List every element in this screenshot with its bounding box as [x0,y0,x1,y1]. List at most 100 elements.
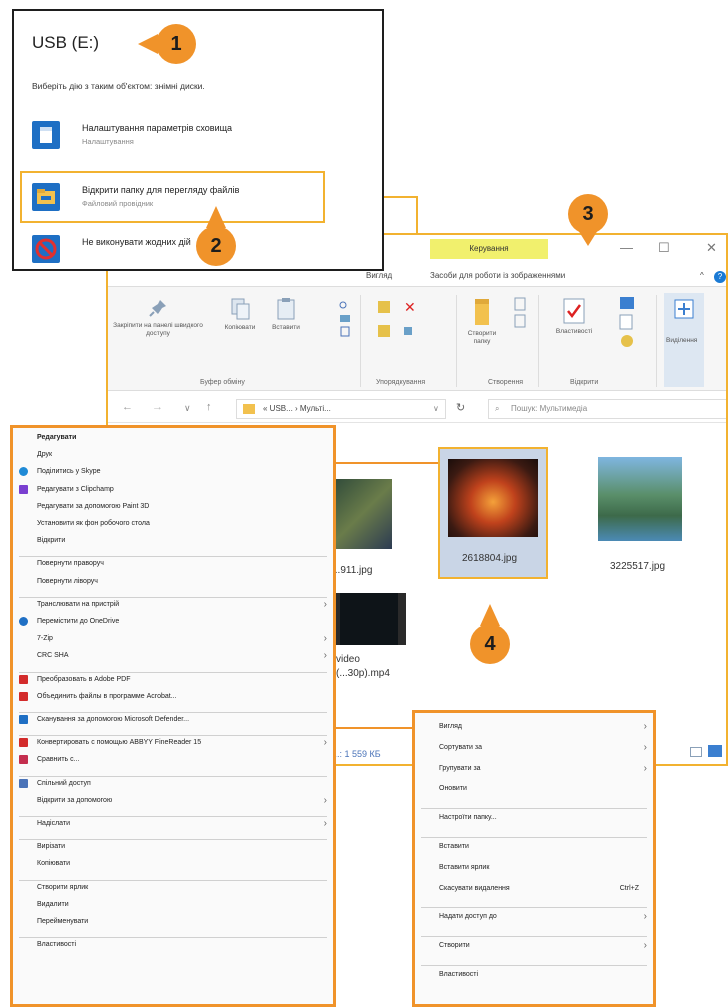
file-name-2: 2618804.jpg [462,553,518,564]
menu-item-label: Поділитись у Skype [37,468,101,476]
menu-item[interactable]: 7-Zip › [13,633,333,652]
onedrive-icon [19,617,28,626]
menu-item[interactable]: CRC SHA › [13,650,333,669]
new-item-icon[interactable] [512,295,532,331]
pin-label: Закріпити на панелі швидкого доступу [113,322,203,337]
menu-item[interactable]: Установити як фон робочого стола [13,520,333,537]
menu-item[interactable]: Надіслати › [13,818,333,837]
address-bar[interactable]: « USB... › Мульті... ∨ [236,399,446,419]
menu-item[interactable]: Властивості [13,941,333,958]
submenu-arrow-icon: › [323,818,327,829]
search-input[interactable]: ⌕ Пошук: Мультимедіа [488,399,726,419]
menu-item[interactable]: Створити ярлик [13,884,333,901]
menu-item-label: Объединить файлы в программе Acrobat... [37,692,177,700]
no-action-icon [32,235,60,263]
up-arrow-icon[interactable]: ↑ [206,401,212,413]
file-name-1: ...911.jpg [332,565,373,576]
minimize-icon[interactable]: — [620,240,633,255]
cut-copy-path-icons[interactable] [338,299,352,339]
tab-manage[interactable]: Керування [430,239,548,259]
new-folder-button[interactable]: Створити папку [460,297,504,346]
ribbon-divider [538,295,539,387]
menu-item[interactable]: Оновити [415,785,653,806]
menu-item[interactable]: Відкрити [13,537,333,554]
large-icons-view-icon[interactable] [708,745,722,757]
menu-item[interactable]: Вставити ярлик [415,864,653,885]
chevron-up-icon[interactable]: ^ [700,271,704,280]
menu-item[interactable]: Транслювати на пристрій › [13,599,333,618]
menu-item-label: Перейменувати [37,918,89,925]
defender-icon [19,715,28,724]
properties-button[interactable]: Властивості [544,297,604,336]
step-badge-4: 4 [470,624,510,664]
menu-item[interactable]: Копіювати [13,860,333,877]
menu-item[interactable]: Настроїти папку... [415,814,653,835]
menu-item[interactable]: Вирізати [13,843,333,860]
menu-item[interactable]: Сортувати за › [415,742,653,765]
thumbnail-video[interactable] [332,593,406,645]
tab-view[interactable]: Вигляд [366,271,392,280]
open-edit-history-icons[interactable] [618,295,638,351]
menu-item[interactable]: Редагувати з Clipchamp [13,484,333,503]
menu-item[interactable]: Надати доступ до › [415,911,653,934]
menu-item[interactable]: Вигляд › [415,721,653,744]
menu-item[interactable]: Повернути праворуч [13,560,333,577]
menu-item-label: Копіювати [37,860,71,868]
thumbnail-image-3[interactable] [598,457,682,541]
menu-item[interactable]: Редагувати [13,434,333,451]
menu-item[interactable]: Друк [13,451,333,468]
menu-item[interactable]: Властивості [415,971,653,992]
close-icon[interactable]: ✕ [706,240,717,256]
menu-item-label: Створити ярлик [37,883,89,891]
navigation-bar: ← → ∨ ↑ « USB... › Мульті... ∨ ↻ ⌕ Пошук… [108,395,726,423]
menu-item[interactable]: Створити › [415,940,653,963]
group-organize: Упорядкування [376,379,426,386]
menu-item[interactable]: Скасувати видалення Ctrl+Z [415,885,653,906]
address-chevron-icon[interactable]: ∨ [433,400,439,418]
back-arrow-icon[interactable]: ← [122,401,133,413]
select-button[interactable]: Виділення [664,293,704,387]
menu-item[interactable]: Перемістити до OneDrive [13,617,333,635]
menu-item[interactable]: Спільний доступ [13,778,333,797]
menu-item[interactable]: Повернути ліворуч [13,578,333,595]
badge-1-pointer [138,34,158,54]
menu-item-label: Сортувати за [439,743,483,751]
menu-item[interactable]: Поділитись у Skype [13,467,333,485]
tab-picture-tools[interactable]: Засоби для роботи із зображеннями [430,271,565,280]
menu-item[interactable]: Сканування за допомогою Microsoft Defend… [13,715,333,733]
recent-chevron-icon[interactable]: ∨ [184,403,191,414]
menu-separator [19,879,327,881]
step-badge-3: 3 [568,194,608,234]
menu-item[interactable]: Вставити [415,843,653,864]
menu-item[interactable]: Объединить файлы в программе Acrobat... [13,691,333,710]
connector-line-2-3-vertical [416,196,418,234]
menu-item[interactable]: Групувати за › [415,763,653,786]
menu-item[interactable]: Відкрити за допомогою › [13,795,333,814]
copy-button[interactable]: Копіювати [218,297,262,332]
menu-item[interactable]: Конвертировать с помощью ABBYY FineReade… [13,737,333,756]
details-view-icon[interactable] [690,747,702,757]
menu-item[interactable]: Преобразовать в Adobe PDF [13,674,333,693]
folder-explorer-icon [32,183,60,211]
action-storage-settings[interactable]: Налаштування параметрів сховища Налаштув… [32,117,367,157]
maximize-icon[interactable]: ☐ [658,240,670,256]
address-path: « USB... › Мульті... [263,404,331,413]
pin-button[interactable]: Закріпити на панелі швидкого доступу [112,297,204,338]
menu-item[interactable]: Сравнить с... [13,755,333,773]
menu-item[interactable]: Видалити [13,901,333,918]
thumbnail-image-1[interactable] [332,479,392,549]
menu-item-label: Транслювати на пристрій [37,600,120,608]
selected-file-tile[interactable]: 2618804.jpg [438,447,548,579]
organize-buttons[interactable]: ✕ [376,299,436,349]
menu-separator [19,712,327,713]
action-open-folder[interactable]: Відкрити папку для перегляду файлів Файл… [32,179,367,219]
refresh-icon[interactable]: ↻ [456,401,465,414]
menu-separator [19,775,327,777]
forward-arrow-icon[interactable]: → [152,401,163,413]
menu-item[interactable]: Редагувати за допомогою Paint 3D [13,503,333,520]
paste-button[interactable]: Вставити [264,297,308,332]
menu-item-label: Преобразовать в Adobe PDF [37,675,131,683]
menu-item[interactable]: Перейменувати [13,918,333,935]
connector-line-menu-file [320,462,438,464]
help-icon[interactable]: ? [714,271,726,283]
